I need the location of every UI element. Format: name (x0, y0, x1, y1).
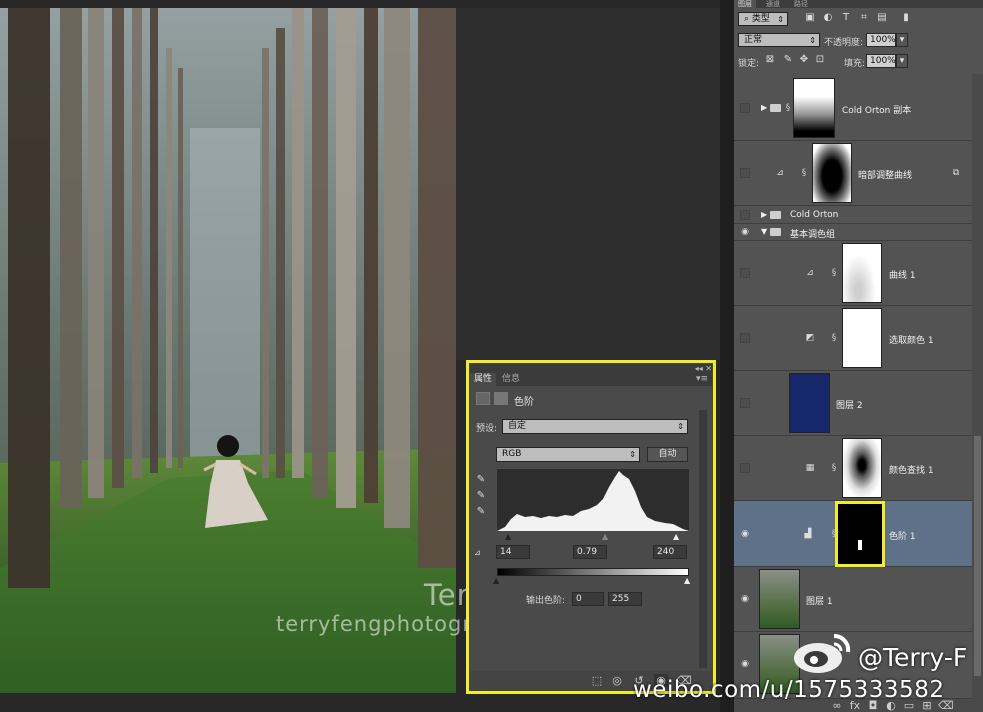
weibo-logo (790, 626, 854, 676)
tab-layers[interactable]: 图层 (734, 0, 756, 8)
selective-color-icon[interactable]: ◩ (804, 332, 816, 344)
expand-arrow-icon[interactable]: ▶ (761, 103, 769, 113)
layer-name[interactable]: 颜色查找 1 (889, 463, 934, 476)
expand-arrow-icon[interactable]: ▶ (761, 210, 769, 220)
opacity-dropdown-icon[interactable]: ▾ (896, 33, 908, 47)
layer-filter-row: ⌕ 类型 ⇕ ▣ ◐ T ⌗ ▤ ▮ (734, 9, 983, 29)
layer-row[interactable]: ◉ ▼ 基本调色组 (734, 224, 972, 241)
layer-mask-thumbnail[interactable] (793, 78, 835, 138)
layer-mask-thumbnail[interactable] (842, 243, 882, 303)
lock-transparent-icon[interactable]: ⊠ (764, 54, 776, 66)
smart-filter-icon: ⧉ (952, 168, 960, 178)
mask-figure (858, 540, 862, 550)
eye-icon[interactable]: ◉ (740, 594, 750, 604)
properties-highlight-outline (466, 360, 716, 694)
color-lookup-icon[interactable]: ▦ (804, 462, 816, 474)
opacity-label: 不透明度: (824, 38, 864, 48)
visibility-off-icon[interactable] (740, 210, 750, 220)
layer-name[interactable]: Cold Orton (790, 210, 838, 220)
layer-row[interactable]: ▶ Cold Orton (734, 206, 972, 224)
layer-thumbnail[interactable] (789, 373, 830, 433)
pixel-filter-icon[interactable]: ▣ (804, 12, 816, 24)
layer-name[interactable]: Cold Orton 副本 (842, 103, 911, 116)
curves-adjustment-icon[interactable]: ⊿ (804, 267, 816, 279)
layer-row[interactable]: ▶ § Cold Orton 副本 (734, 76, 972, 141)
filter-kind-dropdown[interactable]: ⌕ 类型 ⇕ (738, 12, 788, 26)
canvas-background (456, 8, 720, 360)
visibility-off-icon[interactable] (740, 398, 750, 408)
chain-link-icon[interactable]: § (801, 168, 807, 178)
layer-mask-thumbnail[interactable] (835, 501, 885, 567)
visibility-off-icon[interactable] (740, 168, 750, 178)
layer-thumbnail[interactable] (759, 569, 800, 629)
curves-adjustment-icon[interactable]: ⊿ (774, 167, 786, 179)
lock-label: 锁定: (738, 59, 760, 69)
layer-row[interactable]: 图层 2 (734, 371, 972, 436)
visibility-off-icon[interactable] (740, 463, 750, 473)
eye-icon[interactable]: ◉ (740, 529, 750, 539)
layer-row-selected[interactable]: ◉ ▟ § 色阶 1 (734, 501, 972, 567)
type-filter-icon[interactable]: T (840, 12, 852, 24)
tab-channels[interactable]: 通道 (762, 0, 784, 8)
weibo-url: weibo.com/u/1575333582 (633, 677, 945, 703)
dropdown-arrow-icon: ⇕ (777, 15, 784, 24)
fill-field[interactable]: 100% (866, 54, 896, 68)
collapse-arrow-icon[interactable]: ▼ (761, 227, 769, 237)
folder-icon (770, 228, 781, 236)
layers-scrollbar-thumb[interactable] (974, 436, 981, 676)
blend-mode-value: 正常 (744, 35, 763, 45)
visibility-off-icon[interactable] (740, 103, 750, 113)
layer-mask-thumbnail[interactable] (812, 143, 852, 203)
layer-name[interactable]: 基本调色组 (790, 227, 835, 240)
visibility-off-icon[interactable] (740, 268, 750, 278)
tab-paths[interactable]: 路径 (790, 0, 812, 8)
chain-link-icon[interactable]: § (831, 333, 837, 343)
lock-row: 锁定: ⊠ ✎ ✥ ⊡ 填充: 100% ▾ (734, 51, 983, 71)
eye-icon[interactable]: ◉ (740, 659, 750, 669)
photo-canvas[interactable] (0, 8, 456, 693)
layer-name[interactable]: 色阶 1 (889, 529, 916, 542)
fill-dropdown-icon[interactable]: ▾ (896, 54, 908, 68)
layers-panel-tabs: 图层 通道 路径 (734, 0, 983, 8)
chain-link-icon[interactable]: § (831, 268, 837, 278)
layer-row[interactable]: ⊿ § 曲线 1 (734, 241, 972, 306)
chain-link-icon[interactable]: § (831, 463, 837, 473)
folder-icon (770, 104, 781, 112)
layer-row[interactable]: ⊿ § 暗部调整曲线 ⧉ (734, 141, 972, 206)
canvas-scrollbar[interactable] (720, 0, 734, 712)
layer-row[interactable]: ◉ 图层 1 (734, 567, 972, 632)
adjustment-filter-icon[interactable]: ◐ (822, 12, 834, 24)
layer-name[interactable]: 图层 2 (836, 398, 863, 411)
search-icon: ⌕ (744, 14, 750, 24)
eye-icon[interactable]: ◉ (740, 227, 750, 237)
lock-position-icon[interactable]: ✥ (798, 54, 810, 66)
dropdown-arrow-icon: ⇕ (809, 36, 816, 45)
lock-all-icon[interactable]: ⊡ (814, 54, 826, 66)
lock-pixels-icon[interactable]: ✎ (782, 54, 794, 66)
blend-row: 正常 ⇕ 不透明度: 100% ▾ (734, 30, 983, 50)
layer-name[interactable]: 图层 1 (806, 594, 833, 607)
layer-mask-thumbnail[interactable] (842, 308, 882, 368)
visibility-off-icon[interactable] (740, 333, 750, 343)
layer-name[interactable]: 暗部调整曲线 (858, 168, 912, 181)
chain-link-icon[interactable]: § (785, 103, 791, 113)
layer-row[interactable]: ◩ § 选取颜色 1 (734, 306, 972, 371)
layer-name[interactable]: 曲线 1 (889, 268, 916, 281)
folder-icon (770, 211, 781, 219)
smart-object-filter-icon[interactable]: ▤ (876, 12, 888, 24)
layer-name[interactable]: 选取颜色 1 (889, 333, 934, 346)
layer-row[interactable]: ▦ § 颜色查找 1 (734, 436, 972, 501)
shape-filter-icon[interactable]: ⌗ (858, 12, 870, 24)
levels-adjustment-icon[interactable]: ▟ (802, 528, 814, 540)
opacity-field[interactable]: 100% (866, 33, 896, 47)
fill-label: 填充: (844, 59, 866, 69)
layer-mask-thumbnail[interactable] (842, 438, 882, 498)
blend-mode-dropdown[interactable]: 正常 ⇕ (738, 33, 820, 47)
filter-kind-value: 类型 (751, 14, 770, 24)
filter-toggle-icon[interactable]: ▮ (900, 12, 912, 24)
weibo-handle: @Terry-F (858, 643, 968, 672)
